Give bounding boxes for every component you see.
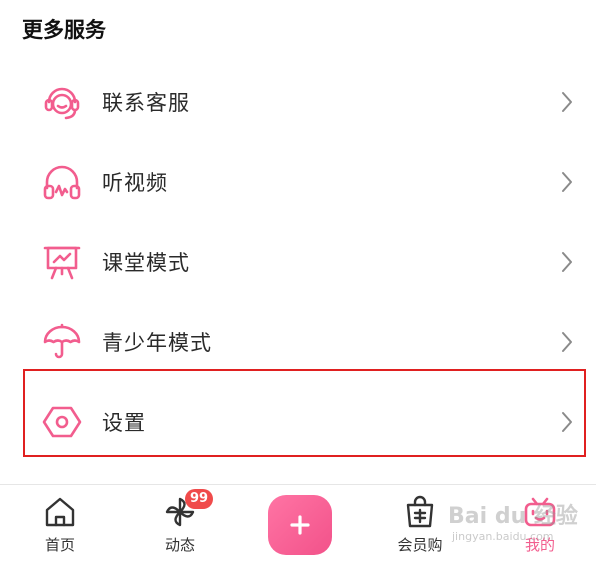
notification-badge: 99: [185, 489, 214, 509]
headphones-icon: [42, 162, 82, 202]
publish-button[interactable]: [268, 495, 332, 555]
menu-item-label: 课堂模式: [102, 251, 190, 275]
menu-item-settings[interactable]: 设置: [0, 382, 596, 462]
chevron-right-icon: [560, 90, 574, 114]
chevron-right-icon: [560, 250, 574, 274]
menu-item-label: 设置: [102, 411, 146, 435]
headset-icon: [42, 82, 82, 122]
home-icon: [43, 495, 77, 529]
tab-label: 动态: [164, 536, 195, 554]
chevron-right-icon: [560, 330, 574, 354]
plus-icon: [288, 513, 312, 537]
menu-item-label: 听视频: [102, 171, 168, 195]
chevron-right-icon: [560, 170, 574, 194]
menu-item-label: 联系客服: [102, 91, 190, 115]
umbrella-icon: [42, 322, 82, 362]
menu-item-listen-video[interactable]: 听视频: [0, 142, 596, 222]
tab-label: 我的: [524, 536, 555, 554]
tab-vip-shop[interactable]: 会员购: [380, 485, 460, 562]
chevron-right-icon: [560, 410, 574, 434]
bottom-tab-bar: 首页 99 动态 会员购 我的: [0, 484, 596, 562]
tab-feed[interactable]: 99 动态: [140, 485, 220, 562]
settings-hexagon-icon: [42, 402, 82, 442]
shopping-bag-icon: [403, 495, 437, 529]
tab-label: 首页: [44, 536, 75, 554]
section-title: 更多服务: [22, 18, 106, 42]
more-services-list: 联系客服 听视频 课堂模式 青少年模式 设置: [0, 62, 596, 462]
menu-item-teen-mode[interactable]: 青少年模式: [0, 302, 596, 382]
pinwheel-icon: 99: [163, 489, 214, 529]
tab-home[interactable]: 首页: [20, 485, 100, 562]
tab-label: 会员购: [397, 536, 443, 554]
tv-mascot-icon: [523, 495, 557, 529]
tab-mine[interactable]: 我的: [500, 485, 580, 562]
presentation-board-icon: [42, 242, 82, 282]
menu-item-classroom-mode[interactable]: 课堂模式: [0, 222, 596, 302]
menu-item-customer-service[interactable]: 联系客服: [0, 62, 596, 142]
menu-item-label: 青少年模式: [102, 331, 212, 355]
